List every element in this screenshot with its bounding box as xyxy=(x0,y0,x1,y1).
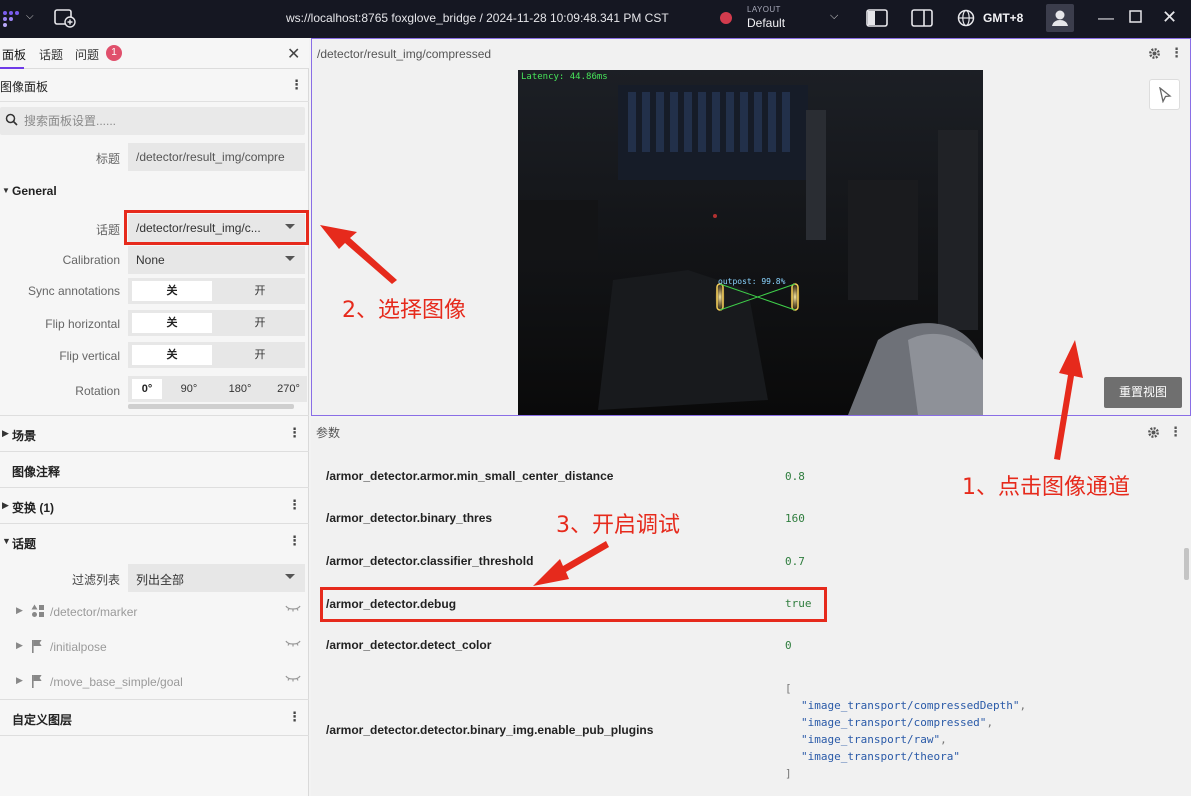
arrow-step3 xyxy=(533,541,609,586)
annotation-arrows xyxy=(320,225,1083,586)
arrow-step2 xyxy=(320,225,397,284)
arrow-step1 xyxy=(1054,340,1083,460)
